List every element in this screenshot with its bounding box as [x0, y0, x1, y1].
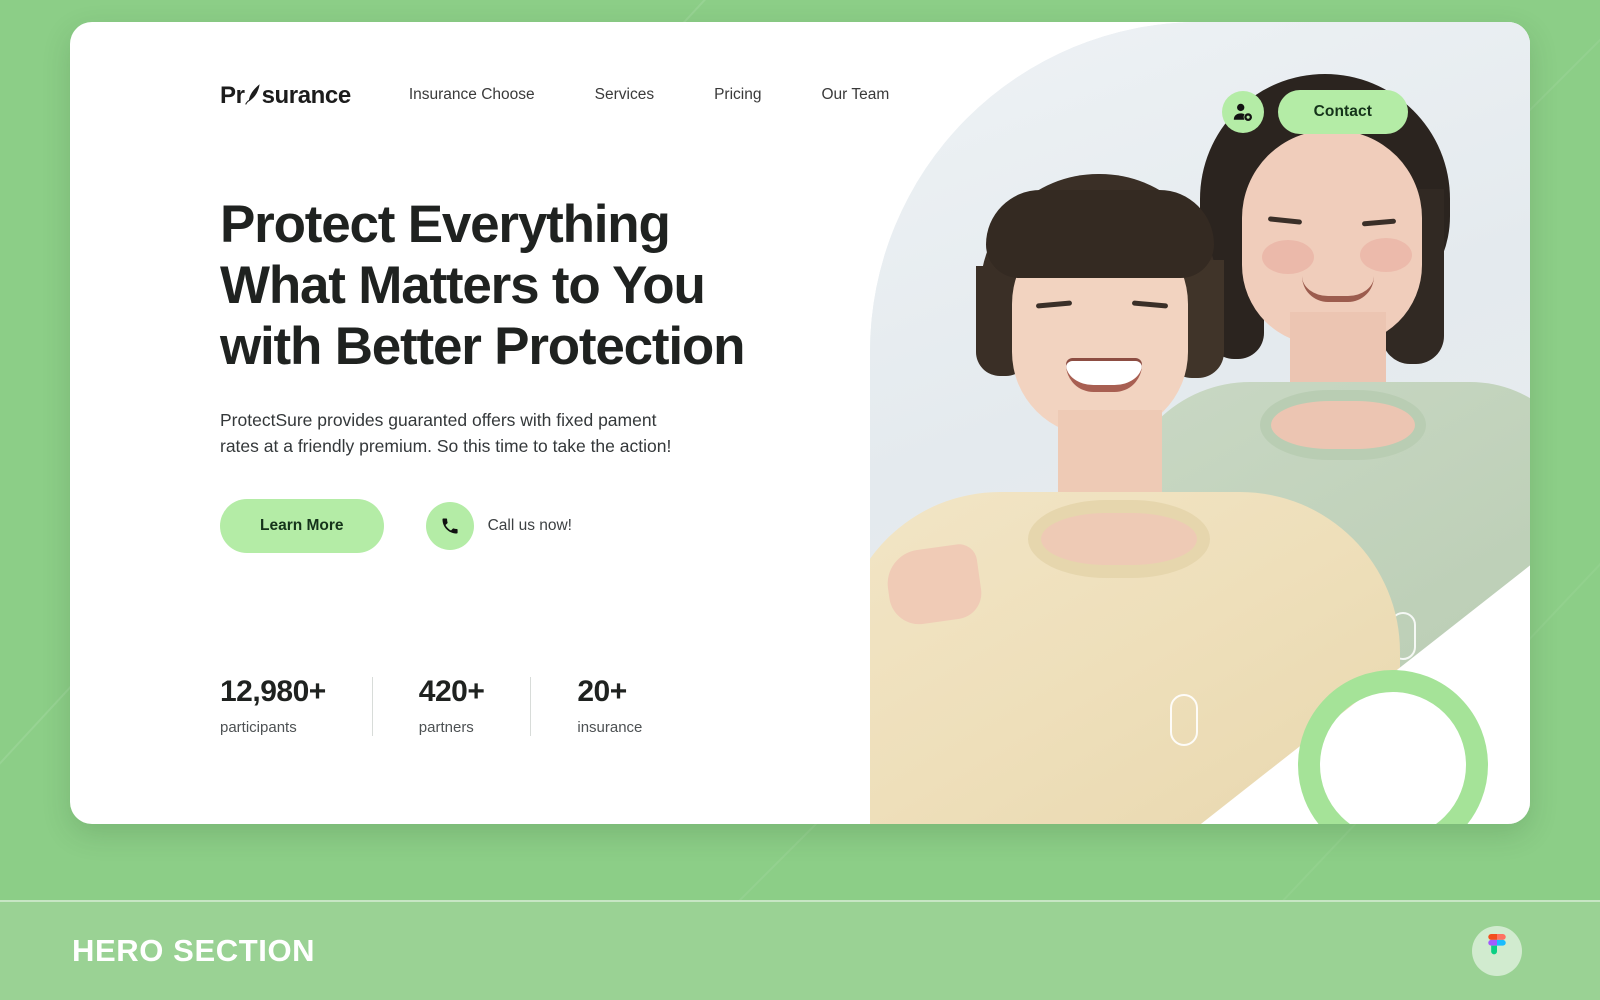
page-title: Protect Everything What Matters to You w… — [220, 194, 860, 377]
logo-text-suffix: surance — [261, 81, 352, 109]
phone-icon — [442, 518, 458, 534]
headline-line-1: Protect Everything — [220, 195, 671, 254]
header-actions: Contact — [1221, 90, 1408, 134]
contact-button[interactable]: Contact — [1277, 90, 1408, 134]
user-account-button[interactable] — [1221, 91, 1264, 133]
user-settings-icon — [1233, 103, 1252, 121]
logo-text-prefix: Pr — [220, 81, 245, 109]
brand-logo[interactable]: Pr surance — [220, 81, 351, 110]
person-back-collar — [1260, 390, 1426, 460]
subtext-line-1: ProtectSure provides guaranted offers wi… — [220, 410, 657, 430]
hero-card: Pr surance Insurance Choose Services Pri… — [70, 22, 1530, 824]
sweater-logo-front — [1170, 694, 1198, 746]
person-back-cheek-right — [1360, 238, 1412, 272]
call-us-action[interactable]: Call us now! — [425, 502, 572, 550]
subtext-line-2: rates at a friendly premium. So this tim… — [220, 436, 672, 456]
headline-line-2: What Matters to You — [220, 256, 706, 315]
bottom-banner: HERO SECTION — [0, 900, 1600, 1000]
banner-title: HERO SECTION — [72, 933, 316, 968]
headline-line-3: with Better Protection — [220, 317, 745, 376]
nav-item-services[interactable]: Services — [595, 80, 654, 110]
leaf-icon — [244, 83, 262, 105]
person-front-collar — [1028, 500, 1210, 578]
learn-more-button[interactable]: Learn More — [220, 499, 384, 553]
nav-item-our-team[interactable]: Our Team — [821, 80, 889, 110]
nav-item-pricing[interactable]: Pricing — [714, 80, 761, 110]
person-front-fringe — [986, 190, 1214, 278]
phone-icon-button[interactable] — [425, 502, 474, 550]
cta-row: Learn More Call us now! — [220, 499, 870, 553]
call-us-label: Call us now! — [487, 517, 572, 534]
main-nav: Insurance Choose Services Pricing Our Te… — [409, 80, 889, 110]
figma-icon — [1488, 933, 1506, 954]
person-back-cheek-left — [1262, 240, 1314, 274]
figma-badge[interactable] — [1472, 926, 1522, 976]
hero-content: Protect Everything What Matters to You w… — [70, 22, 870, 824]
nav-item-insurance-choose[interactable]: Insurance Choose — [409, 80, 535, 110]
hero-photo-container — [870, 22, 1530, 824]
hero-description: ProtectSure provides guaranted offers wi… — [220, 407, 760, 459]
